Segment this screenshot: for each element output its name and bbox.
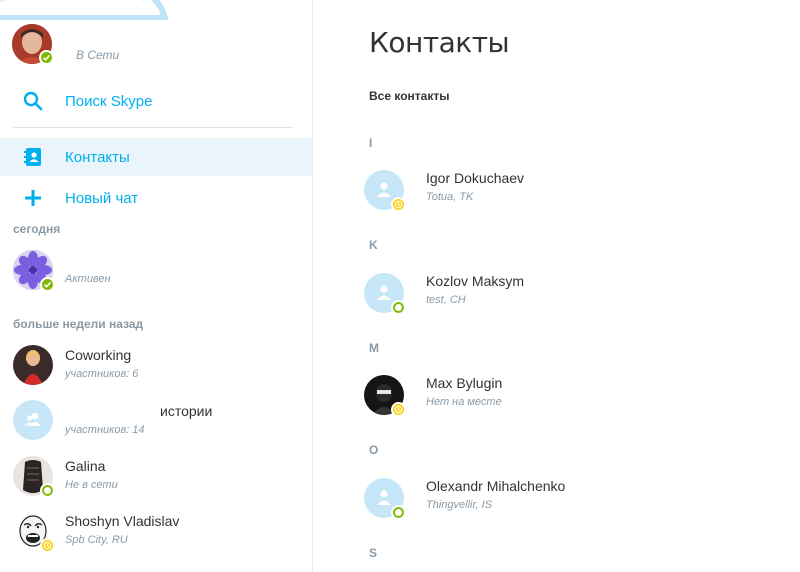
letter-divider: I — [369, 136, 373, 150]
chat-title: Shoshyn Vladislav — [65, 513, 180, 529]
contact-row[interactable]: Kozlov Maksym test, CH — [364, 273, 784, 321]
person-icon — [377, 182, 391, 197]
sidebar: В Сети Поиск Skype Контакты Новый чат се… — [0, 0, 313, 572]
chat-status: Не в сети — [65, 479, 118, 491]
away-status-badge — [391, 402, 406, 417]
chat-list-item[interactable]: истории участников: 14 — [0, 400, 312, 452]
contact-name: Igor Dokuchaev — [426, 170, 525, 186]
offline-status-badge — [391, 505, 406, 520]
contacts-panel: Контакты Все контакты I Igor Dokuchaev T… — [314, 0, 800, 572]
online-status-badge — [40, 277, 55, 292]
sidebar-item-contacts[interactable]: Контакты — [0, 138, 312, 176]
chat-location: Spb City, RU — [65, 534, 128, 546]
sidebar-divider — [13, 127, 293, 128]
person-icon — [377, 490, 391, 505]
search-icon — [23, 91, 43, 111]
profile-status: В Сети — [76, 48, 120, 62]
new-chat-button[interactable]: Новый чат — [0, 178, 312, 216]
contacts-label: Контакты — [65, 149, 130, 166]
section-header-older: больше недели назад — [13, 317, 144, 331]
letter-divider: S — [369, 546, 378, 560]
cloud-decoration-icon — [0, 0, 169, 20]
section-header-today: сегодня — [13, 222, 61, 236]
chat-list-item[interactable]: Coworking участников: 6 — [0, 345, 312, 397]
chat-participants: участников: 6 — [65, 368, 139, 380]
contact-name: Olexandr Mihalchenko — [426, 478, 566, 494]
chat-title: истории — [160, 403, 213, 419]
all-contacts-header: Все контакты — [369, 89, 450, 103]
page-title: Контакты — [369, 26, 510, 59]
profile-area[interactable]: В Сети — [12, 24, 312, 68]
chat-list-item[interactable]: Активен — [0, 250, 312, 302]
search-skype-label: Поиск Skype — [65, 93, 153, 110]
chat-title: Coworking — [65, 347, 132, 363]
chat-title: Galina — [65, 458, 106, 474]
contact-name: Kozlov Maksym — [426, 273, 525, 289]
contacts-book-icon — [24, 148, 41, 166]
chat-list-item[interactable]: Shoshyn Vladislav Spb City, RU — [0, 511, 312, 563]
contact-row[interactable]: Igor Dokuchaev Totua, TK — [364, 170, 784, 218]
offline-status-badge — [391, 300, 406, 315]
contact-name: Max Bylugin — [426, 375, 503, 391]
letter-divider: K — [369, 238, 378, 252]
plus-icon — [25, 190, 41, 206]
letter-divider: M — [369, 341, 379, 355]
new-chat-label: Новый чат — [65, 190, 139, 207]
contact-row[interactable]: Olexandr Mihalchenko Thingvellir, IS — [364, 478, 784, 526]
group-avatar — [13, 400, 53, 440]
letter-divider: O — [369, 443, 379, 457]
online-status-badge — [39, 50, 54, 65]
chat-participants: участников: 14 — [65, 424, 145, 436]
chat-avatar — [13, 345, 53, 385]
chat-list-item[interactable]: Galina Не в сети — [0, 456, 312, 508]
contact-location: Totua, TK — [426, 191, 474, 203]
group-icon — [24, 412, 41, 426]
away-status-badge — [40, 538, 55, 553]
contact-status: Нет на месте — [426, 396, 502, 408]
contact-location: Thingvellir, IS — [426, 499, 493, 511]
contact-row[interactable]: Max Bylugin Нет на месте — [364, 375, 784, 423]
person-icon — [377, 285, 391, 300]
search-skype-button[interactable]: Поиск Skype — [0, 84, 312, 118]
chat-status: Активен — [65, 273, 111, 285]
away-status-badge — [391, 197, 406, 212]
contact-location: test, CH — [426, 294, 466, 306]
offline-status-badge — [40, 483, 55, 498]
